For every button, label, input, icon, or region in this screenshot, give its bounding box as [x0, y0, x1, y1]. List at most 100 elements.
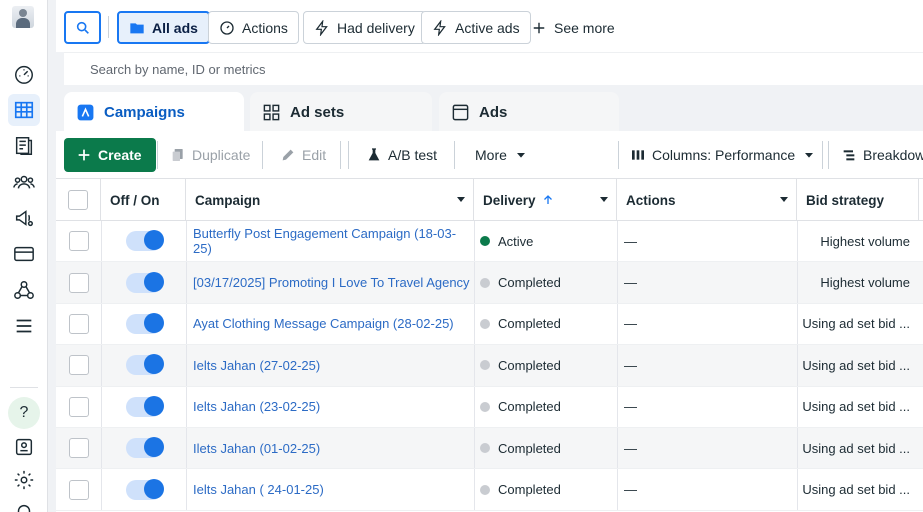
column-delivery[interactable]: Delivery: [474, 179, 617, 221]
ads-megaphone-icon[interactable]: [8, 202, 40, 234]
row-checkbox[interactable]: [68, 313, 89, 334]
see-more-label: See more: [554, 19, 615, 36]
column-bid-strategy-label: Bid strategy: [806, 192, 885, 208]
delivery-status-label: Completed: [498, 357, 561, 373]
column-actions[interactable]: Actions: [617, 179, 797, 221]
chevron-down-icon[interactable]: [457, 197, 465, 202]
filter-actions-label: Actions: [242, 19, 288, 36]
duplicate-icon: [172, 149, 183, 161]
chevron-down-icon[interactable]: [780, 197, 788, 202]
breakdown-icon: [843, 150, 855, 161]
campaign-toggle[interactable]: [126, 478, 164, 500]
campaign-toggle[interactable]: [126, 437, 164, 459]
column-divider: [617, 345, 618, 386]
notifications-icon[interactable]: [8, 496, 40, 512]
table-row[interactable]: Ayat Clothing Message Campaign (28-02-25…: [56, 303, 923, 346]
row-checkbox[interactable]: [68, 396, 89, 417]
row-toggle-cell: [126, 221, 166, 261]
campaign-name-link[interactable]: Ielts Jahan (27-02-25): [193, 345, 471, 385]
campaigns-table-icon[interactable]: [8, 94, 40, 126]
chevron-down-icon[interactable]: [600, 197, 608, 202]
delivery-status: Completed: [480, 345, 615, 385]
row-toggle-cell: [126, 387, 166, 427]
edit-button[interactable]: Edit: [270, 138, 336, 172]
column-divider: [617, 221, 618, 262]
table-row[interactable]: [03/17/2025] Promoting I Love To Travel …: [56, 262, 923, 304]
column-off-on[interactable]: Off / On: [101, 179, 186, 221]
table-row[interactable]: Ilets Jahan (01-02-25) Completed — Using ad…: [56, 428, 923, 470]
chevron-down-icon: [516, 153, 525, 158]
status-dot: [480, 443, 490, 454]
campaign-toggle[interactable]: [126, 354, 164, 376]
campaign-name-link[interactable]: Ayat Clothing Message Campaign (28-02-25…: [193, 304, 471, 344]
campaign-name-link[interactable]: Ielts Jahan (23-02-25): [193, 387, 471, 427]
campaign-name-link[interactable]: Butterfly Post Engagement Campaign (18-0…: [193, 221, 471, 261]
tab-campaigns[interactable]: Campaigns: [64, 92, 244, 132]
ab-test-button[interactable]: A/B test: [356, 138, 447, 172]
dashboard-icon[interactable]: [8, 58, 40, 90]
filter-actions[interactable]: Actions: [208, 11, 299, 44]
pencil-icon: [282, 149, 294, 161]
pages-icon[interactable]: [8, 130, 40, 162]
bid-strategy-value: Highest volume: [820, 233, 910, 249]
settings-icon[interactable]: [8, 464, 40, 496]
row-toggle-cell: [126, 428, 166, 468]
status-dot: [480, 236, 490, 247]
column-divider: [101, 221, 102, 262]
avatar[interactable]: [12, 6, 34, 28]
search-button[interactable]: [64, 11, 101, 44]
row-checkbox[interactable]: [68, 231, 89, 252]
duplicate-button[interactable]: Duplicate: [160, 138, 260, 172]
search-input[interactable]: [64, 53, 923, 85]
see-more-button[interactable]: See more: [532, 11, 615, 44]
campaign-name-link[interactable]: Ielts Jahan ( 24-01-25): [193, 469, 471, 509]
bid-strategy-value: Highest volume: [820, 275, 910, 291]
row-checkbox[interactable]: [68, 438, 89, 459]
columns-icon: [632, 150, 644, 160]
row-select-cell: [56, 469, 101, 509]
filter-all-ads-label: All ads: [152, 19, 198, 36]
filter-had-delivery[interactable]: Had delivery: [303, 11, 426, 44]
filter-active-ads[interactable]: Active ads: [421, 11, 531, 44]
column-bid-strategy[interactable]: Bid strategy: [797, 179, 919, 221]
campaign-toggle[interactable]: [126, 312, 164, 334]
toolbar-separator: [262, 141, 263, 169]
account-quality-icon[interactable]: [8, 431, 40, 463]
table-row[interactable]: Ielts Jahan (23-02-25) Completed — Using ad…: [56, 386, 923, 428]
delivery-status-label: Completed: [498, 275, 561, 291]
row-checkbox[interactable]: [68, 272, 89, 293]
columns-dropdown[interactable]: Columns: Performance: [620, 138, 827, 172]
bid-strategy-value: Using ad set bid ...: [802, 357, 910, 373]
help-icon[interactable]: ?: [8, 397, 40, 429]
campaign-toggle[interactable]: [126, 271, 164, 293]
row-toggle-cell: [126, 345, 166, 385]
campaign-name-link[interactable]: [03/17/2025] Promoting I Love To Travel …: [193, 262, 471, 302]
filter-all-ads[interactable]: All ads: [117, 11, 210, 44]
more-dropdown[interactable]: More: [465, 138, 539, 172]
create-button[interactable]: Create: [64, 138, 156, 172]
row-checkbox[interactable]: [68, 355, 89, 376]
breakdown-dropdown[interactable]: Breakdown: [831, 138, 923, 172]
campaign-name-link[interactable]: Ilets Jahan (01-02-25): [193, 428, 471, 468]
campaign-toggle[interactable]: [126, 230, 164, 252]
billing-card-icon[interactable]: [8, 238, 40, 270]
table-row[interactable]: Ielts Jahan ( 24-01-25) Completed — Using a…: [56, 469, 923, 511]
tab-ads-label: Ads: [479, 103, 508, 121]
table-row[interactable]: Ielts Jahan (27-02-25) Completed — Using ad…: [56, 345, 923, 387]
audiences-icon[interactable]: [8, 166, 40, 198]
campaign-toggle[interactable]: [126, 395, 164, 417]
tab-ads[interactable]: Ads: [439, 92, 619, 132]
events-manager-icon[interactable]: [8, 274, 40, 306]
select-all-checkbox[interactable]: [68, 190, 88, 210]
select-all-cell: [56, 179, 101, 221]
campaigns-flag-icon: [77, 104, 94, 120]
campaigns-table: Off / On Campaign Delivery Actions Bid s…: [56, 179, 923, 512]
table-row[interactable]: Butterfly Post Engagement Campaign (18-0…: [56, 221, 923, 263]
column-divider: [474, 345, 475, 386]
tab-ad-sets[interactable]: Ad sets: [250, 92, 432, 132]
column-divider: [101, 345, 102, 386]
row-checkbox[interactable]: [68, 479, 89, 500]
delivery-status-label: Completed: [498, 440, 561, 456]
column-campaign[interactable]: Campaign: [186, 179, 474, 221]
menu-icon[interactable]: [8, 310, 40, 342]
